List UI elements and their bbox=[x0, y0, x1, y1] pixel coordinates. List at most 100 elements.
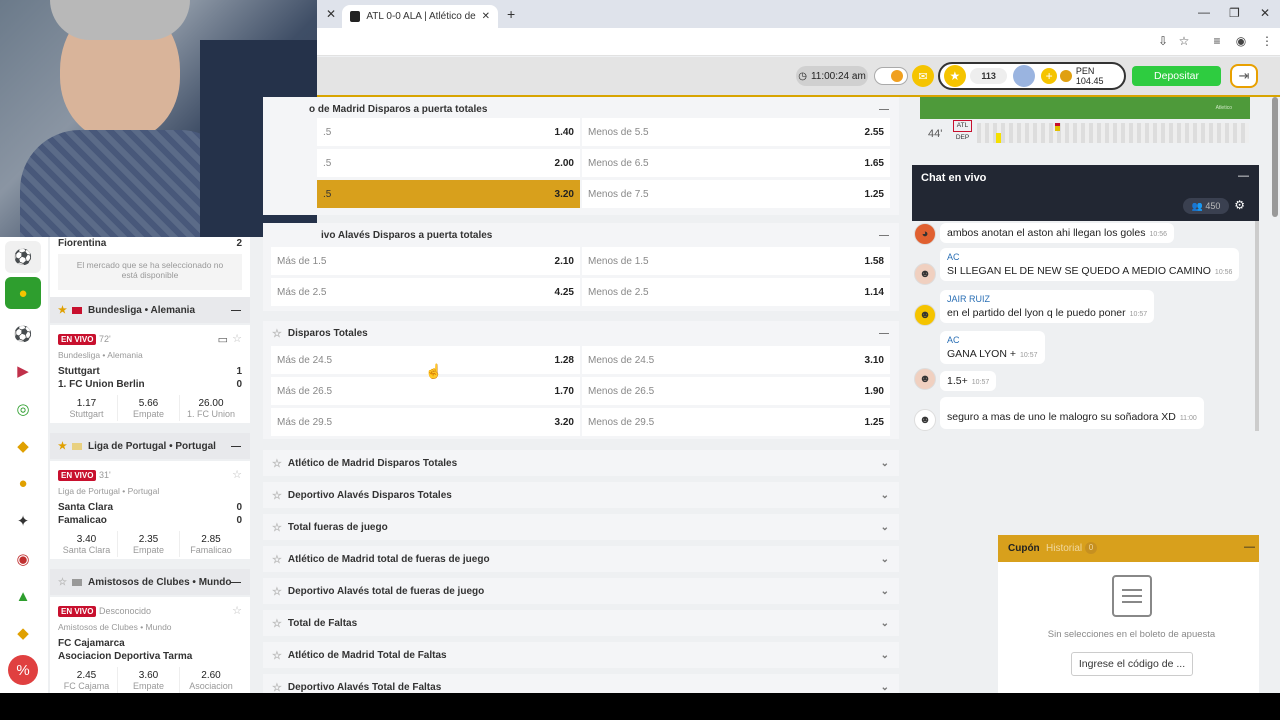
collapse-icon[interactable]: — bbox=[231, 441, 241, 452]
odd-button[interactable]: 2.35 Empate bbox=[118, 531, 180, 557]
selection-button[interactable]: Más de 1.5 2.10 bbox=[271, 247, 580, 275]
sport-icon[interactable]: ● bbox=[5, 467, 41, 499]
sport-icon[interactable]: ⚽ bbox=[5, 241, 41, 273]
selection-button[interactable]: Más de 29.5 3.20 bbox=[271, 408, 580, 436]
collapse-icon[interactable]: — bbox=[879, 104, 889, 115]
menu-icon[interactable]: ⋮ bbox=[1260, 34, 1274, 48]
favorite-star-icon[interactable]: ☆ bbox=[232, 468, 242, 481]
media-icon[interactable]: ≡ bbox=[1210, 34, 1224, 48]
market-collapsed[interactable]: ☆ Deportivo Alavés Total de Faltas ⌄ bbox=[263, 674, 899, 693]
chat-scrollbar[interactable] bbox=[1255, 221, 1259, 431]
league-header[interactable]: ☆ Amistosos de Clubes • Mundo — bbox=[50, 569, 250, 595]
chevron-down-icon[interactable]: ⌄ bbox=[881, 554, 889, 565]
collapse-icon[interactable]: — bbox=[879, 230, 889, 241]
event-card[interactable]: EN VIVO Desconocido ☆ Amistosos de Clube… bbox=[50, 597, 250, 693]
league-header[interactable]: ★ Liga de Portugal • Portugal — bbox=[50, 433, 250, 459]
market-header[interactable]: ivo Alavés Disparos a puerta totales — bbox=[263, 223, 899, 247]
selection-button[interactable]: Menos de 7.5 1.25 bbox=[582, 180, 890, 208]
selection-button[interactable]: Menos de 1.5 1.58 bbox=[582, 247, 890, 275]
market-collapsed[interactable]: ☆ Atlético de Madrid Total de Faltas ⌄ bbox=[263, 642, 899, 668]
favorite-star-icon[interactable]: ☆ bbox=[272, 457, 282, 470]
selection-button[interactable]: Más de 26.5 1.70 bbox=[271, 377, 580, 405]
avatar[interactable] bbox=[1013, 65, 1036, 87]
chevron-down-icon[interactable]: ⌄ bbox=[881, 458, 889, 469]
collapse-icon[interactable]: — bbox=[879, 328, 889, 339]
logout-icon[interactable]: ⇥ bbox=[1230, 64, 1258, 88]
market-collapsed[interactable]: ☆ Total de Faltas ⌄ bbox=[263, 610, 899, 636]
page-scrollbar[interactable] bbox=[1272, 97, 1278, 217]
favorite-star-icon[interactable]: ☆ bbox=[58, 577, 67, 588]
sport-icon[interactable]: ✦ bbox=[5, 505, 41, 537]
selection-button[interactable]: Menos de 5.5 2.55 bbox=[582, 118, 890, 146]
market-collapsed[interactable]: ☆ Deportivo Alavés total de fueras de jue… bbox=[263, 578, 899, 604]
odd-button[interactable]: 1.17 Stuttgart bbox=[56, 395, 118, 421]
bookmark-star-icon[interactable]: ☆ bbox=[1177, 34, 1191, 48]
chevron-down-icon[interactable]: ⌄ bbox=[881, 650, 889, 661]
target-icon[interactable]: ◎ bbox=[5, 393, 41, 425]
odd-button[interactable]: 3.60 Empate bbox=[118, 667, 180, 693]
chevron-down-icon[interactable]: ⌄ bbox=[881, 682, 889, 693]
event-card[interactable]: EN VIVO 31' ☆ Liga de Portugal • Portuga… bbox=[50, 461, 250, 559]
sport-icon[interactable]: ◆ bbox=[5, 617, 41, 649]
chevron-down-icon[interactable]: ⌄ bbox=[881, 490, 889, 501]
chevron-down-icon[interactable]: ⌄ bbox=[881, 586, 889, 597]
market-header[interactable]: ☆ Disparos Totales — bbox=[263, 321, 899, 345]
selection-button[interactable]: .5 2.00 bbox=[317, 149, 580, 177]
favorite-star-icon[interactable]: ☆ bbox=[272, 327, 282, 340]
odd-button[interactable]: 5.66 Empate bbox=[118, 395, 180, 421]
close-window-icon[interactable]: ✕ bbox=[1260, 6, 1270, 20]
close-tab-icon[interactable]: ✕ bbox=[326, 7, 336, 21]
favorite-star-icon[interactable]: ☆ bbox=[272, 553, 282, 566]
selection-button[interactable]: Menos de 2.5 1.14 bbox=[582, 278, 890, 306]
close-tab-icon[interactable]: ✕ bbox=[482, 11, 490, 22]
sport-icon[interactable]: ▲ bbox=[5, 580, 41, 612]
new-tab-icon[interactable]: + bbox=[507, 6, 515, 22]
favorite-star-icon[interactable]: ☆ bbox=[272, 585, 282, 598]
collapse-icon[interactable]: — bbox=[1244, 541, 1255, 553]
restore-icon[interactable]: ❐ bbox=[1229, 6, 1240, 20]
tv-icon[interactable]: ▭ bbox=[218, 333, 228, 346]
promo-icon[interactable]: % bbox=[8, 655, 38, 685]
minimize-icon[interactable]: — bbox=[1198, 5, 1210, 19]
selection-button[interactable]: Menos de 29.5 1.25 bbox=[582, 408, 890, 436]
favorite-star-icon[interactable]: ★ bbox=[58, 305, 67, 316]
market-collapsed[interactable]: ☆ Atlético de Madrid total de fueras de j… bbox=[263, 546, 899, 572]
favorite-star-icon[interactable]: ☆ bbox=[272, 649, 282, 662]
sport-icon[interactable]: ● bbox=[5, 277, 41, 309]
league-header[interactable]: ★ Bundesliga • Alemania — bbox=[50, 297, 250, 323]
tab-history[interactable]: Historial bbox=[1046, 543, 1082, 554]
selection-button[interactable]: Menos de 6.5 1.65 bbox=[582, 149, 890, 177]
selection-button[interactable]: Menos de 24.5 3.10 bbox=[582, 346, 890, 374]
odd-button[interactable]: 2.45 FC Cajama bbox=[56, 667, 118, 693]
favorite-star-icon[interactable]: ☆ bbox=[272, 617, 282, 630]
selection-button[interactable]: Menos de 26.5 1.90 bbox=[582, 377, 890, 405]
play-icon[interactable]: ▶ bbox=[5, 355, 41, 387]
collapse-icon[interactable]: — bbox=[231, 305, 241, 316]
add-funds-icon[interactable]: + bbox=[1041, 68, 1058, 84]
odd-button[interactable]: 3.40 Santa Clara bbox=[56, 531, 118, 557]
selection-button-selected[interactable]: .5 3.20 bbox=[317, 180, 580, 208]
market-collapsed[interactable]: ☆ Atlético de Madrid Disparos Totales ⌄ bbox=[263, 450, 899, 476]
favorite-star-icon[interactable]: ☆ bbox=[272, 489, 282, 502]
chevron-down-icon[interactable]: ⌄ bbox=[881, 522, 889, 533]
tab-coupon[interactable]: Cupón bbox=[1008, 543, 1040, 554]
selection-button[interactable]: Más de 2.5 4.25 bbox=[271, 278, 580, 306]
odd-button[interactable]: 26.00 1. FC Union bbox=[180, 395, 242, 421]
selection-button[interactable]: .5 1.40 bbox=[317, 118, 580, 146]
odd-button[interactable]: 2.60 Asociacion bbox=[180, 667, 242, 693]
favorite-star-icon[interactable]: ★ bbox=[58, 441, 67, 452]
mail-icon[interactable]: ✉ bbox=[912, 65, 934, 87]
collapse-icon[interactable]: — bbox=[1238, 170, 1249, 182]
profile-icon[interactable]: ◉ bbox=[1234, 34, 1248, 48]
favorite-star-icon[interactable]: ☆ bbox=[272, 521, 282, 534]
sport-icon[interactable]: ◉ bbox=[5, 543, 41, 575]
sport-icon[interactable]: ◆ bbox=[5, 430, 41, 462]
gear-icon[interactable]: ⚙ bbox=[1234, 198, 1245, 212]
odd-button[interactable]: 2.85 Famalicao bbox=[180, 531, 242, 557]
favorite-star-icon[interactable]: ☆ bbox=[272, 681, 282, 694]
event-card[interactable]: EN VIVO 72' ▭ ☆ Bundesliga • Alemania St… bbox=[50, 325, 250, 423]
favorite-star-icon[interactable]: ☆ bbox=[232, 604, 242, 617]
collapse-icon[interactable]: — bbox=[231, 577, 241, 588]
deposit-button[interactable]: Depositar bbox=[1132, 66, 1221, 86]
account-widget[interactable]: ★ 113 + PEN 104.45 bbox=[938, 62, 1126, 90]
